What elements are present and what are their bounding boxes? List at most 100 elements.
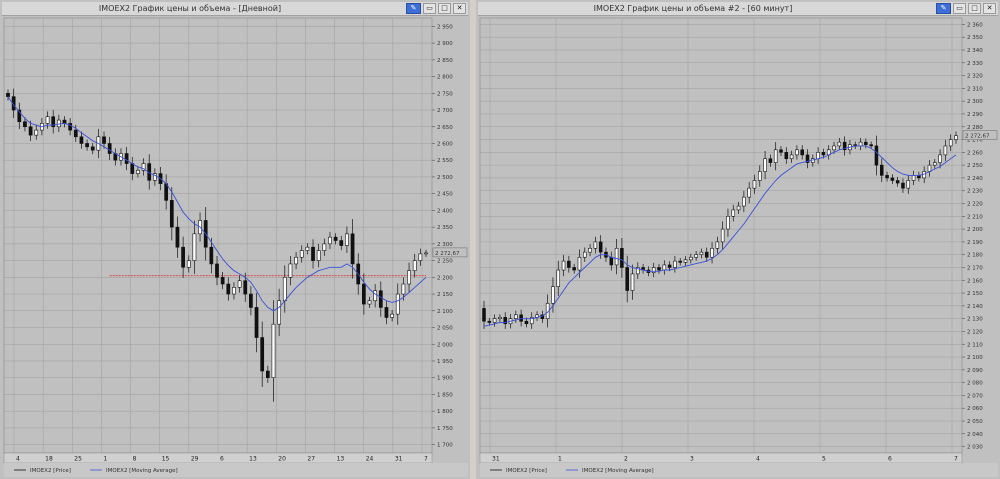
- x-tick-label: 5: [822, 456, 826, 463]
- y-tick-label: 2 220: [967, 202, 983, 208]
- candle-body: [938, 154, 942, 163]
- legend-ma-label: IMOEX2 [Moving Average]: [106, 468, 178, 474]
- candle-body: [943, 145, 948, 156]
- candle-body: [282, 277, 287, 302]
- y-tick-label: 1 700: [437, 443, 453, 449]
- y-tick-label: 2 260: [967, 150, 983, 156]
- hourly-window-titlebar[interactable]: IMOEX2 График цены и объема #2 - [60 мин…: [478, 2, 998, 16]
- candle-body: [582, 251, 587, 258]
- candle-body: [271, 323, 276, 379]
- x-tick-label: 20: [278, 456, 286, 463]
- candle-body: [869, 144, 873, 147]
- y-tick-label: 2 310: [967, 86, 983, 92]
- candle-body: [885, 175, 889, 179]
- daily-price-chart[interactable]: 1 700 1 750 1 800 1 850 1 900 1 950 2 000 2 050…: [2, 16, 468, 477]
- candle-body: [572, 267, 576, 271]
- y-tick-label: 2 100: [437, 309, 453, 315]
- daily-window-titlebar[interactable]: IMOEX2 График цены и объема - [Дневной] …: [2, 2, 468, 16]
- y-tick-label: 2 240: [967, 176, 983, 182]
- pin-icon[interactable]: ✎: [406, 3, 421, 14]
- y-tick-label: 2 040: [967, 432, 983, 438]
- candle-body: [731, 209, 736, 217]
- hourly-price-chart[interactable]: 2 030 2 040 2 050 2 060 2 070 2 080 2 090 2 100…: [478, 16, 998, 477]
- candle-body: [254, 307, 259, 338]
- candle-body: [209, 246, 214, 265]
- candle-body: [816, 152, 820, 160]
- candle-body: [373, 290, 378, 302]
- y-tick-label: 1 800: [437, 409, 453, 415]
- y-tick-label: 2 050: [967, 419, 983, 425]
- candle-body: [948, 139, 953, 147]
- x-tick-label: 7: [954, 456, 958, 463]
- y-tick-label: 2 350: [437, 225, 453, 231]
- candle-body: [28, 126, 33, 136]
- candle-body: [333, 236, 338, 241]
- x-tick-label: 1: [558, 456, 562, 463]
- y-tick-label: 2 320: [967, 74, 983, 80]
- candle-body: [704, 251, 709, 258]
- candle-body: [102, 136, 106, 144]
- candle-body: [260, 337, 265, 372]
- candle-body: [85, 143, 89, 148]
- y-tick-label: 2 230: [967, 189, 983, 195]
- y-tick-label: 1 850: [437, 392, 453, 398]
- x-tick-label: 31: [492, 456, 500, 463]
- candle-body: [482, 308, 486, 322]
- x-tick-label: 25: [74, 456, 82, 463]
- candle-body: [277, 300, 282, 325]
- legend-price-label: IMOEX2 [Price]: [30, 468, 71, 474]
- candle-body: [107, 143, 112, 154]
- x-tick-label: 3: [690, 456, 694, 463]
- candle-body: [418, 253, 423, 261]
- maximize-button[interactable]: □: [968, 3, 981, 14]
- y-tick-label: 1 950: [437, 359, 453, 365]
- y-tick-label: 2 280: [967, 125, 983, 131]
- y-tick-label: 2 500: [437, 175, 453, 181]
- close-button[interactable]: ✕: [983, 3, 996, 14]
- y-tick-label: 2 180: [967, 253, 983, 259]
- candle-body: [62, 119, 67, 124]
- candle-body: [588, 247, 592, 253]
- candle-body: [492, 318, 497, 323]
- close-button[interactable]: ✕: [453, 3, 466, 14]
- candle-body: [56, 119, 61, 128]
- daily-window-title: IMOEX2 График цены и объема - [Дневной]: [98, 4, 282, 13]
- y-tick-label: 2 140: [967, 304, 983, 310]
- pin-icon[interactable]: ✎: [936, 3, 951, 14]
- y-tick-label: 2 340: [967, 48, 983, 54]
- daily-chart-window: IMOEX2 График цены и объема - [Дневной] …: [0, 0, 470, 479]
- candle-body: [45, 116, 50, 124]
- candle-body: [175, 226, 180, 248]
- candle-body: [789, 154, 794, 160]
- candle-body: [715, 241, 720, 249]
- candle-body: [768, 158, 773, 163]
- y-tick-label: 2 400: [437, 208, 453, 214]
- candle-body: [689, 256, 693, 261]
- candle-body: [694, 254, 698, 258]
- candle-body: [710, 247, 714, 258]
- candle-body: [726, 216, 730, 230]
- y-tick-label: 2 080: [967, 381, 983, 387]
- minimize-button[interactable]: ▭: [953, 3, 966, 14]
- y-tick-label: 2 120: [967, 329, 983, 335]
- candle-body: [322, 243, 327, 251]
- x-tick-label: 6: [220, 456, 224, 463]
- maximize-button[interactable]: □: [438, 3, 451, 14]
- y-tick-label: 2 050: [437, 326, 453, 332]
- candle-body: [837, 141, 842, 147]
- minimize-button[interactable]: ▭: [423, 3, 436, 14]
- candle-body: [339, 240, 344, 246]
- y-tick-label: 2 950: [437, 24, 453, 30]
- y-tick-label: 2 550: [437, 158, 453, 164]
- candle-body: [864, 141, 868, 145]
- y-tick-label: 2 360: [967, 22, 983, 28]
- legend-ma-label: IMOEX2 [Moving Average]: [582, 468, 654, 474]
- legend-bar: [480, 463, 998, 477]
- y-tick-label: 2 450: [437, 192, 453, 198]
- x-tick-label: 29: [191, 456, 199, 463]
- candle-body: [192, 233, 197, 261]
- candle-body: [226, 283, 231, 295]
- candle-body: [316, 250, 321, 261]
- candle-body: [609, 256, 614, 266]
- candle-body: [23, 121, 27, 128]
